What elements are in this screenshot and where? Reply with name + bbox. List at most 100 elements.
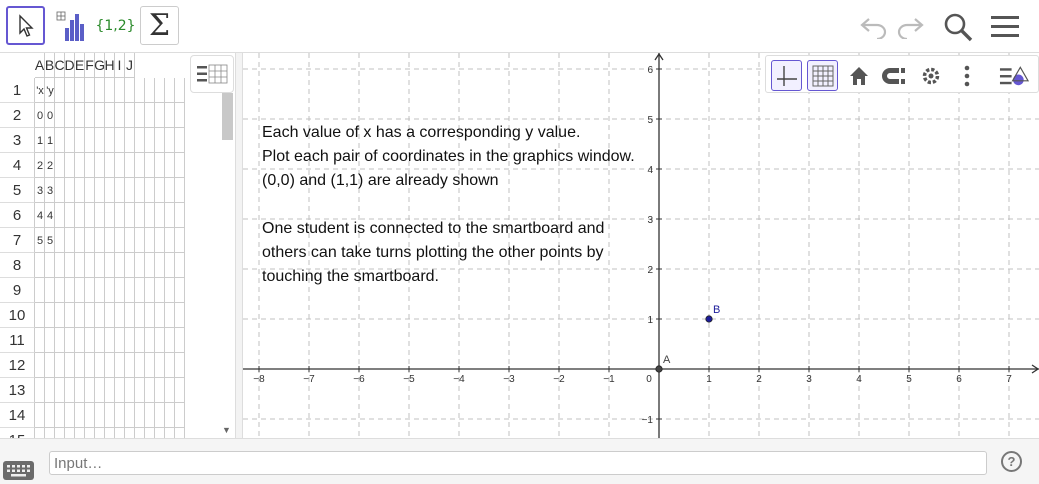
input-help-button[interactable]: ? xyxy=(1001,451,1022,472)
point-a[interactable] xyxy=(655,365,663,373)
spreadsheet-cell[interactable]: 4 xyxy=(45,203,55,228)
column-header[interactable]: J xyxy=(125,53,135,78)
redo-icon xyxy=(897,18,924,39)
spreadsheet-cell[interactable]: 1 xyxy=(35,128,45,153)
redo-button[interactable] xyxy=(894,11,926,43)
create-list-tool-button[interactable]: {1,2} xyxy=(95,6,136,45)
point-label: B xyxy=(713,304,720,316)
graphics-view[interactable]: −8 −7 −6 −5 −4 −3 −2 −1 0 1 2 3 4 5 6 7 6 5 4 3 2 1 −1 A B Each … xyxy=(243,53,1039,438)
geogebra-app: {1,2} Σ ABCDEFGHIJ 123456789101112131415… xyxy=(0,0,1039,484)
spreadsheet-cell[interactable]: 3 xyxy=(35,178,45,203)
style-bar-toggle-icon xyxy=(999,65,1030,85)
spreadsheet-cell[interactable]: 3 xyxy=(45,178,55,203)
spreadsheet-cell[interactable]: 2 xyxy=(45,153,55,178)
column-header[interactable]: I xyxy=(115,53,125,78)
gear-icon xyxy=(922,67,939,84)
spreadsheet-cell[interactable]: 5 xyxy=(45,228,55,253)
move-tool-button[interactable] xyxy=(6,6,45,45)
row-header[interactable]: 15 xyxy=(0,428,35,438)
row-header[interactable]: 2 xyxy=(0,103,35,128)
x-tick-label: −7 xyxy=(303,374,315,385)
panel-divider[interactable] xyxy=(235,53,243,438)
spreadsheet-scrollbar-thumb[interactable] xyxy=(222,93,233,140)
row-header[interactable]: 7 xyxy=(0,228,35,253)
spreadsheet-cell[interactable]: 0 xyxy=(35,103,45,128)
graphics-style-bar xyxy=(765,55,1039,93)
search-icon xyxy=(944,13,973,42)
standard-view-button[interactable] xyxy=(843,60,874,91)
column-header[interactable]: E xyxy=(75,53,85,78)
scroll-down-arrow-icon[interactable]: ▼ xyxy=(222,425,231,435)
spreadsheet-style-bar-toggle[interactable] xyxy=(190,55,234,93)
x-tick-label: 2 xyxy=(756,374,762,385)
row-header[interactable]: 8 xyxy=(0,253,35,278)
spreadsheet-cell[interactable]: 5 xyxy=(35,228,45,253)
magnet-icon xyxy=(881,67,905,84)
column-header[interactable]: D xyxy=(64,53,75,78)
spreadsheet-cell[interactable]: 0 xyxy=(45,103,55,128)
y-tick-label: 1 xyxy=(647,315,653,326)
spreadsheet-cell[interactable]: 1 xyxy=(45,128,55,153)
cursor-arrow-icon xyxy=(18,13,34,37)
main-menu-button[interactable] xyxy=(989,11,1021,43)
row-header[interactable]: 9 xyxy=(0,278,35,303)
row-header[interactable]: 4 xyxy=(0,153,35,178)
more-options-button[interactable] xyxy=(951,60,982,91)
row-header[interactable]: 14 xyxy=(0,403,35,428)
vertical-dots-icon xyxy=(964,65,969,86)
spreadsheet-cell[interactable]: 'x xyxy=(35,78,45,103)
column-header[interactable]: A xyxy=(35,53,45,78)
main-toolbar: {1,2} Σ xyxy=(0,0,1039,53)
graphics-settings-button[interactable] xyxy=(915,60,946,91)
instruction-line: Plot each pair of coordinates in the gra… xyxy=(262,148,635,165)
spreadsheet-cell[interactable]: 2 xyxy=(35,153,45,178)
x-tick-label: 5 xyxy=(906,374,912,385)
point-capturing-button[interactable] xyxy=(879,60,910,91)
y-tick-label: 6 xyxy=(647,65,653,76)
instruction-line: others can take turns plotting the other… xyxy=(262,244,604,261)
toggle-grid-button[interactable] xyxy=(807,60,838,91)
search-button[interactable] xyxy=(942,11,974,43)
column-header[interactable]: H xyxy=(104,53,115,78)
spreadsheet-view: ABCDEFGHIJ 123456789101112131415 'x'y001… xyxy=(0,53,235,438)
one-variable-analysis-tool-button[interactable]: Σ xyxy=(140,6,179,45)
row-header[interactable]: 6 xyxy=(0,203,35,228)
point-b[interactable] xyxy=(705,315,713,323)
spreadsheet-cell[interactable]: 'y xyxy=(45,78,55,103)
toggle-axes-button[interactable] xyxy=(771,60,802,91)
undo-icon xyxy=(860,18,887,39)
row-header[interactable]: 11 xyxy=(0,328,35,353)
row-header[interactable]: 13 xyxy=(0,378,35,403)
home-icon xyxy=(849,66,868,85)
spreadsheet-grid[interactable]: 'x'y 0 0 1 1 2 2 3 3 4 4 5 5 xyxy=(35,78,185,438)
instruction-line: One student is connected to the smartboa… xyxy=(262,220,605,237)
style-bar-options-icon xyxy=(197,64,228,84)
x-tick-label: 4 xyxy=(856,374,862,385)
virtual-keyboard-button[interactable] xyxy=(3,461,34,480)
column-header-row: ABCDEFGHIJ xyxy=(35,53,135,78)
row-header[interactable]: 3 xyxy=(0,128,35,153)
hamburger-menu-icon xyxy=(991,16,1019,37)
x-tick-label: −1 xyxy=(603,374,615,385)
x-tick-label: −6 xyxy=(353,374,365,385)
spreadsheet-cell[interactable]: 4 xyxy=(35,203,45,228)
instruction-line: touching the smartboard. xyxy=(262,268,439,285)
bar-chart-icon xyxy=(56,11,84,41)
undo-button[interactable] xyxy=(858,11,890,43)
row-header[interactable]: 10 xyxy=(0,303,35,328)
x-tick-label: −4 xyxy=(453,374,465,385)
algebra-input-field[interactable] xyxy=(49,451,987,475)
x-tick-label: 0 xyxy=(646,374,652,385)
point-label: A xyxy=(663,354,671,366)
grid-icon xyxy=(812,65,833,86)
row-header[interactable]: 1 xyxy=(0,78,35,103)
row-header-column: 123456789101112131415 xyxy=(0,78,35,438)
x-tick-label: −2 xyxy=(553,374,565,385)
x-tick-label: 1 xyxy=(706,374,712,385)
spreadsheet-scrollbar-track[interactable] xyxy=(220,93,234,438)
x-tick-label: −5 xyxy=(403,374,415,385)
row-header[interactable]: 12 xyxy=(0,353,35,378)
toggle-graphics-style-bar-button[interactable] xyxy=(999,60,1030,91)
spreadsheet-chart-tool-button[interactable] xyxy=(51,6,90,45)
row-header[interactable]: 5 xyxy=(0,178,35,203)
